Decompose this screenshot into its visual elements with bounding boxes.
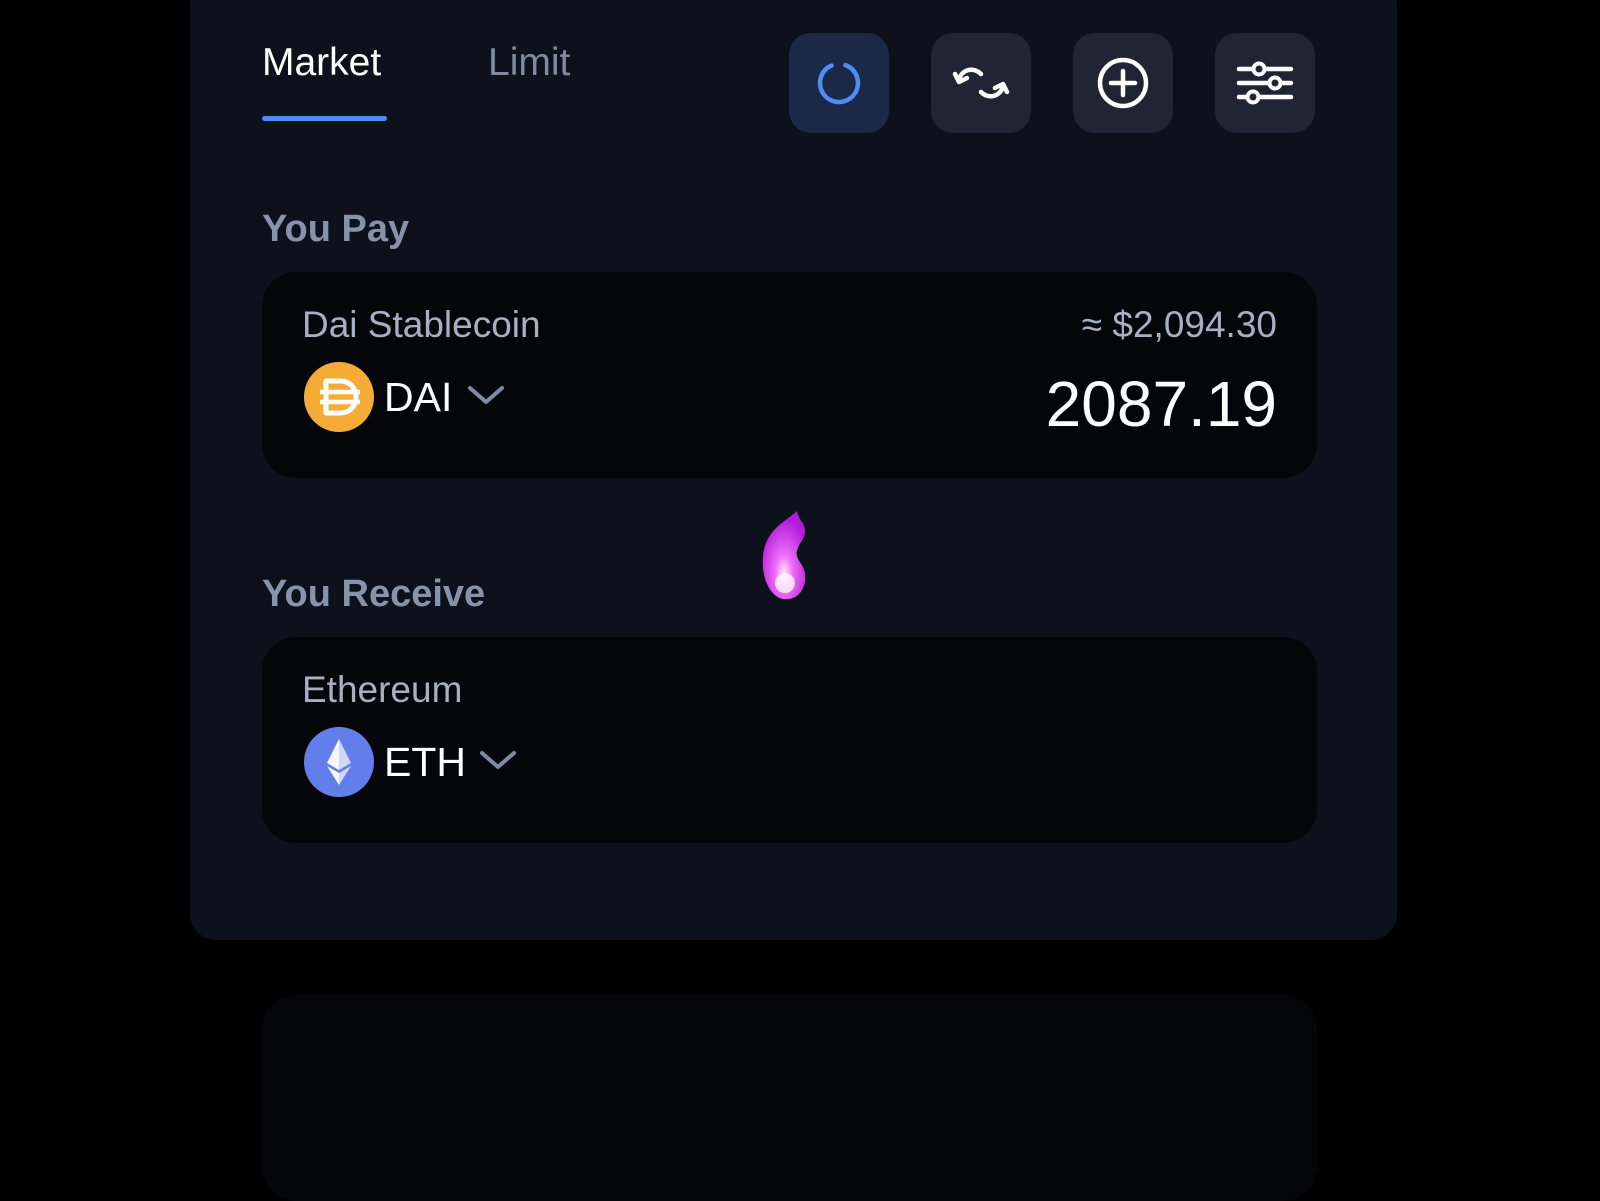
pay-usd-value: ≈ $2,094.30 [1081,304,1277,345]
settings-button[interactable] [1215,33,1315,133]
chevron-down-icon[interactable] [476,745,520,775]
pay-token-name: Dai Stablecoin [302,304,541,345]
pay-token-symbol[interactable]: DAI [384,374,452,421]
plus-circle-icon [1097,57,1149,109]
chevron-down-icon[interactable] [464,380,508,410]
eth-icon [304,727,374,797]
swap-arrows-icon [952,67,1010,99]
dai-icon [304,362,374,432]
sliders-icon [1236,61,1294,105]
pay-card: Dai Stablecoin DAI ≈ $2,094.30 2087.19 [262,272,1317,478]
you-receive-label: You Receive [262,573,486,615]
flame-icon [747,507,817,607]
next-card [262,995,1317,1201]
add-token-button[interactable] [1073,33,1173,133]
tab-limit[interactable]: Limit [488,40,570,86]
swap-panel: Market Limit You Pay Dai Stablecoin DAI … [190,0,1397,1201]
receive-token-symbol[interactable]: ETH [384,739,466,786]
refresh-icon [817,61,861,105]
tab-market[interactable]: Market [262,40,381,86]
pay-amount-input[interactable]: 2087.19 [1046,367,1277,441]
you-pay-label: You Pay [262,208,410,250]
receive-token-name: Ethereum [302,669,463,710]
swap-direction-button[interactable] [931,33,1031,133]
active-tab-indicator [262,116,387,121]
refresh-button[interactable] [789,33,889,133]
receive-card: Ethereum ETH [262,637,1317,843]
